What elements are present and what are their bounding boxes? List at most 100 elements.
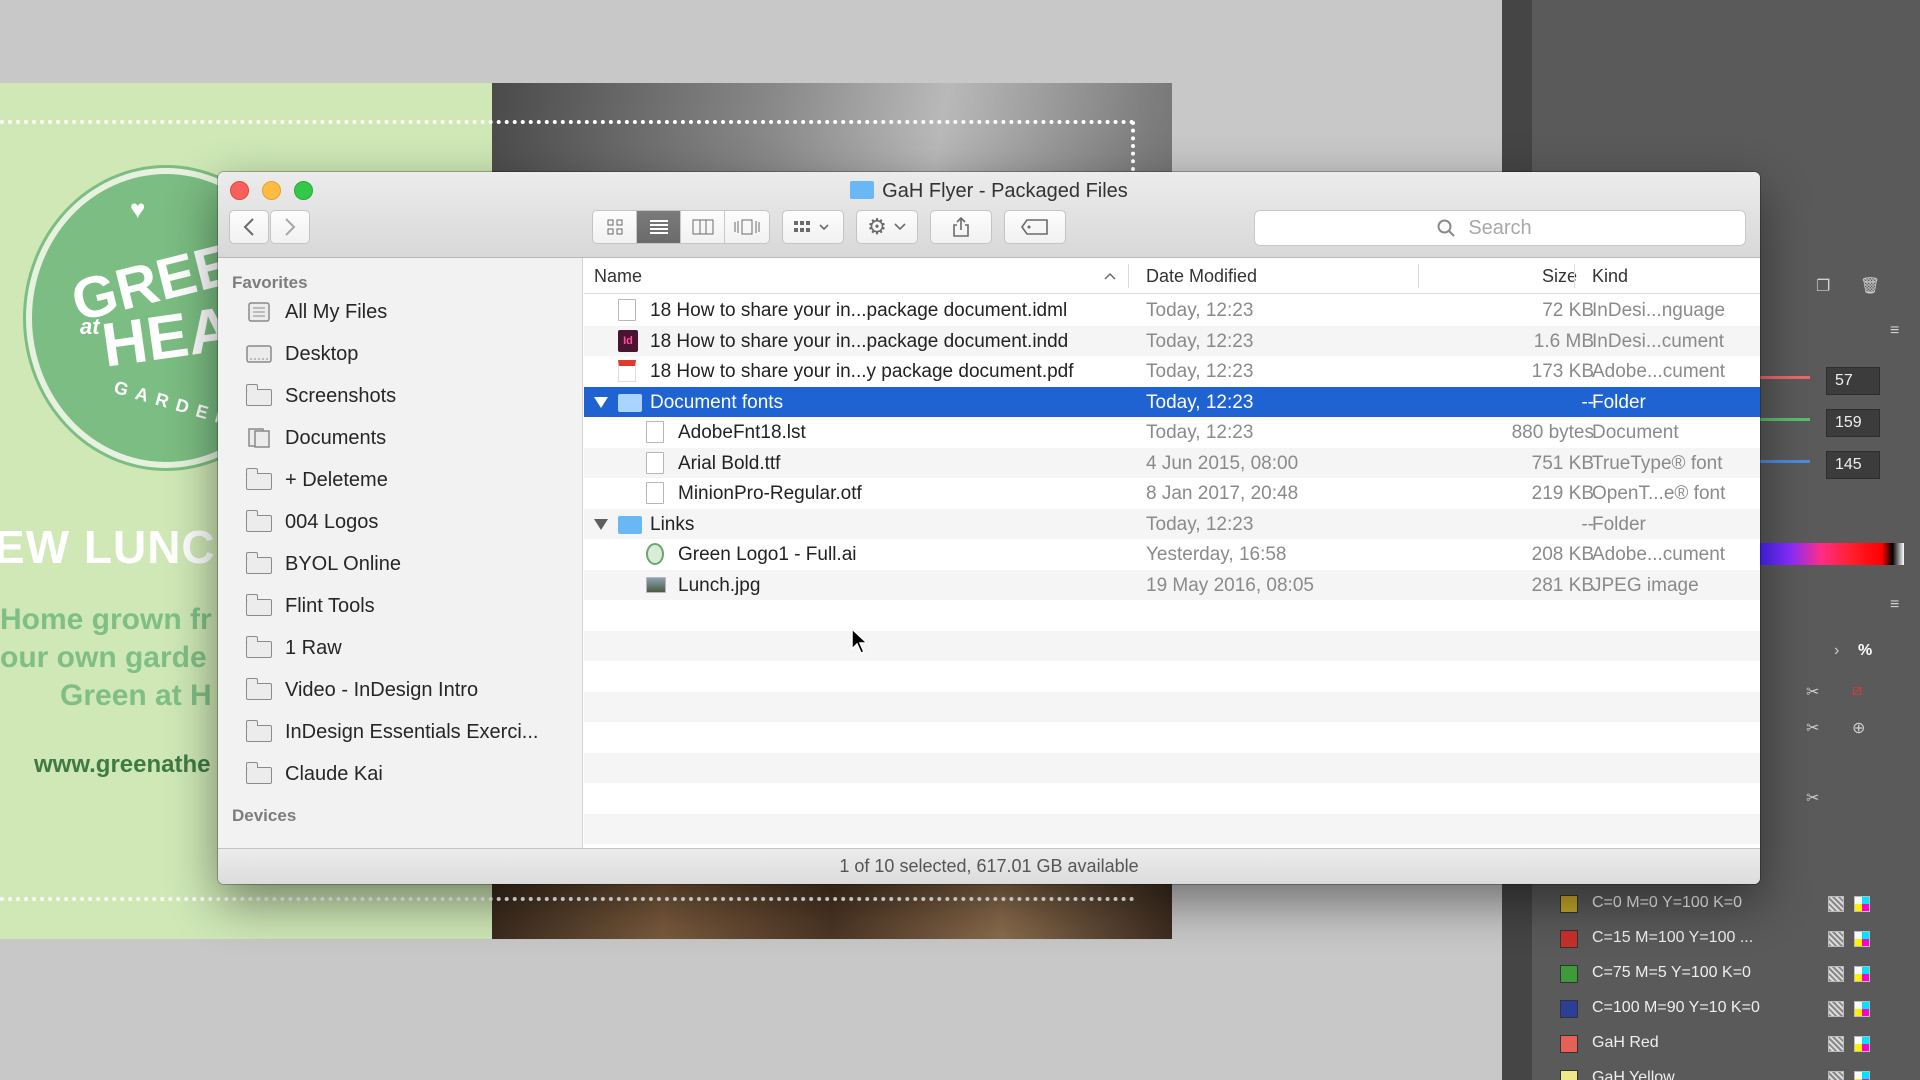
desktop-icon — [246, 345, 272, 363]
illustrator-file-icon — [646, 543, 664, 565]
file-kind: Document — [1592, 422, 1679, 443]
column-name-header[interactable]: Name — [594, 266, 642, 287]
blue-slider[interactable] — [1760, 460, 1810, 463]
swatch-row[interactable]: C=75 M=5 Y=100 K=0 — [1532, 956, 1920, 991]
sidebar-item-indesign-essentials[interactable]: InDesign Essentials Exerci... — [218, 713, 582, 751]
sidebar-item-label: Video - InDesign Intro — [285, 679, 479, 701]
share-icon — [953, 216, 969, 237]
sidebar-item-claude-kai[interactable]: Claude Kai — [218, 755, 582, 793]
panel-menu-icon[interactable]: ≡ — [1890, 322, 1899, 340]
red-value-field[interactable]: 57 — [1826, 367, 1880, 395]
tags-button[interactable] — [1004, 210, 1066, 244]
icon-view-button[interactable] — [593, 211, 637, 243]
table-row-selected[interactable]: Document fonts Today, 12:23 -- Folder — [584, 386, 1760, 417]
swatch-row[interactable]: C=0 M=0 Y=100 K=0 — [1532, 886, 1920, 921]
column-kind-header[interactable]: Kind — [1592, 266, 1628, 287]
file-size: 1.6 MB — [1533, 330, 1594, 352]
file-name: AdobeFnt18.lst — [678, 422, 806, 443]
table-row[interactable]: Links Today, 12:23 -- Folder — [584, 508, 1760, 539]
file-size: 72 KB — [1542, 300, 1594, 321]
table-row[interactable]: 18 How to share your in...y package docu… — [584, 356, 1760, 387]
sidebar-item-documents[interactable]: Documents — [218, 419, 582, 457]
file-date-modified: Today, 12:23 — [1146, 300, 1254, 321]
none-swatch-icon[interactable]: ⧄ — [1852, 682, 1862, 700]
registration-icon[interactable]: ⊕ — [1852, 718, 1865, 738]
scissors-icon-3[interactable]: ✂ — [1806, 788, 1819, 808]
empty-row — [584, 722, 1760, 753]
disclosure-triangle-icon[interactable] — [594, 396, 608, 408]
file-name: MinionPro-Regular.otf — [678, 483, 862, 504]
all-files-icon — [248, 302, 270, 322]
trash-icon[interactable]: 🗑 — [1860, 276, 1880, 296]
table-row[interactable]: MinionPro-Regular.otf 8 Jan 2017, 20:48 21… — [584, 478, 1760, 509]
file-kind: Adobe...cument — [1592, 544, 1726, 565]
sidebar-item-deleteme[interactable]: + Deleteme — [218, 461, 582, 499]
new-page-icon[interactable]: ❐ — [1816, 276, 1830, 296]
list-icon — [649, 220, 668, 234]
forward-button[interactable] — [270, 210, 310, 244]
scissors-icon[interactable]: ✂ — [1806, 682, 1819, 702]
swatch-row[interactable]: C=100 M=90 Y=10 K=0 — [1532, 991, 1920, 1026]
sidebar-item-flint-tools[interactable]: Flint Tools — [218, 587, 582, 625]
folder-icon — [245, 762, 272, 784]
table-row[interactable]: Green Logo1 - Full.ai Yesterday, 16:58 208… — [584, 539, 1760, 570]
file-date-modified: Yesterday, 16:58 — [1146, 544, 1287, 565]
folder-icon — [245, 594, 272, 616]
column-view-button[interactable] — [681, 211, 725, 243]
sidebar-item-screenshots[interactable]: Screenshots — [218, 377, 582, 415]
table-row[interactable]: AdobeFnt18.lst Today, 12:23 880 bytes Docum… — [584, 417, 1760, 448]
column-size-header[interactable]: Size — [1542, 266, 1577, 287]
chevron-right-icon[interactable]: › — [1834, 642, 1839, 660]
swatch-label: C=75 M=5 Y=100 K=0 — [1592, 964, 1751, 981]
sidebar-item-desktop[interactable]: Desktop — [218, 335, 582, 373]
file-name: 18 How to share your in...package docume… — [650, 330, 1069, 352]
search-input[interactable] — [1255, 211, 1745, 245]
gear-icon: ⚙ — [867, 214, 887, 239]
sidebar-item-video-indesign-intro[interactable]: Video - InDesign Intro — [218, 671, 582, 709]
red-slider[interactable] — [1760, 376, 1810, 379]
table-row[interactable]: 18 How to share your in...package docume… — [584, 295, 1760, 326]
share-button[interactable] — [930, 210, 992, 244]
sidebar-item-label: BYOL Online — [285, 553, 401, 575]
blue-value-field[interactable]: 145 — [1826, 451, 1880, 479]
sidebar-item-all-my-files[interactable]: All My Files — [218, 293, 582, 331]
color-ramp[interactable] — [1760, 543, 1904, 565]
disclosure-triangle-icon[interactable] — [594, 518, 608, 530]
swatch-row[interactable]: C=15 M=100 Y=100 ... — [1532, 921, 1920, 956]
folder-icon — [245, 384, 272, 406]
file-list: Name Date Modified Size Kind 18 How to s… — [584, 258, 1760, 848]
arrange-button[interactable] — [782, 210, 844, 244]
column-divider[interactable] — [1418, 264, 1419, 288]
finder-sidebar: Favorites All My Files Desktop Screensho… — [218, 258, 583, 848]
sidebar-item-1-raw[interactable]: 1 Raw — [218, 629, 582, 667]
green-value-field[interactable]: 159 — [1826, 409, 1880, 437]
sidebar-item-label: All My Files — [285, 301, 388, 323]
idml-file-icon — [618, 299, 636, 321]
cover-flow-button[interactable] — [725, 211, 769, 243]
column-date-header[interactable]: Date Modified — [1146, 266, 1257, 287]
sidebar-item-byol-online[interactable]: BYOL Online — [218, 545, 582, 583]
swatch-panel-menu-icon[interactable]: ≡ — [1890, 596, 1899, 614]
empty-row — [584, 630, 1760, 661]
table-row[interactable]: Arial Bold.ttf 4 Jun 2015, 08:00 751 KB Tru… — [584, 447, 1760, 478]
list-view-button[interactable] — [637, 211, 681, 243]
back-button[interactable] — [229, 210, 269, 244]
column-divider[interactable] — [1128, 264, 1129, 288]
table-row[interactable]: Id 18 How to share your in...package docu… — [584, 325, 1760, 356]
column-divider[interactable] — [1574, 264, 1575, 288]
sidebar-item-004-logos[interactable]: 004 Logos — [218, 503, 582, 541]
folder-icon — [245, 636, 272, 658]
search-field[interactable] — [1254, 210, 1746, 246]
image-file-icon — [646, 576, 666, 593]
folder-icon — [618, 393, 642, 412]
green-slider[interactable] — [1760, 418, 1810, 421]
action-button[interactable]: ⚙ — [856, 210, 918, 244]
swatch-row[interactable]: GaH Red — [1532, 1026, 1920, 1061]
empty-row — [584, 813, 1760, 844]
sidebar-item-label: Claude Kai — [285, 763, 383, 785]
scissors-icon-2[interactable]: ✂ — [1806, 718, 1819, 738]
flyer-dotted-border-top — [0, 120, 1135, 124]
table-row[interactable]: Lunch.jpg 19 May 2016, 08:05 281 KB JPEG im… — [584, 569, 1760, 600]
swatch-chip — [1560, 895, 1578, 913]
swatch-row[interactable]: GaH Yellow — [1532, 1061, 1920, 1080]
